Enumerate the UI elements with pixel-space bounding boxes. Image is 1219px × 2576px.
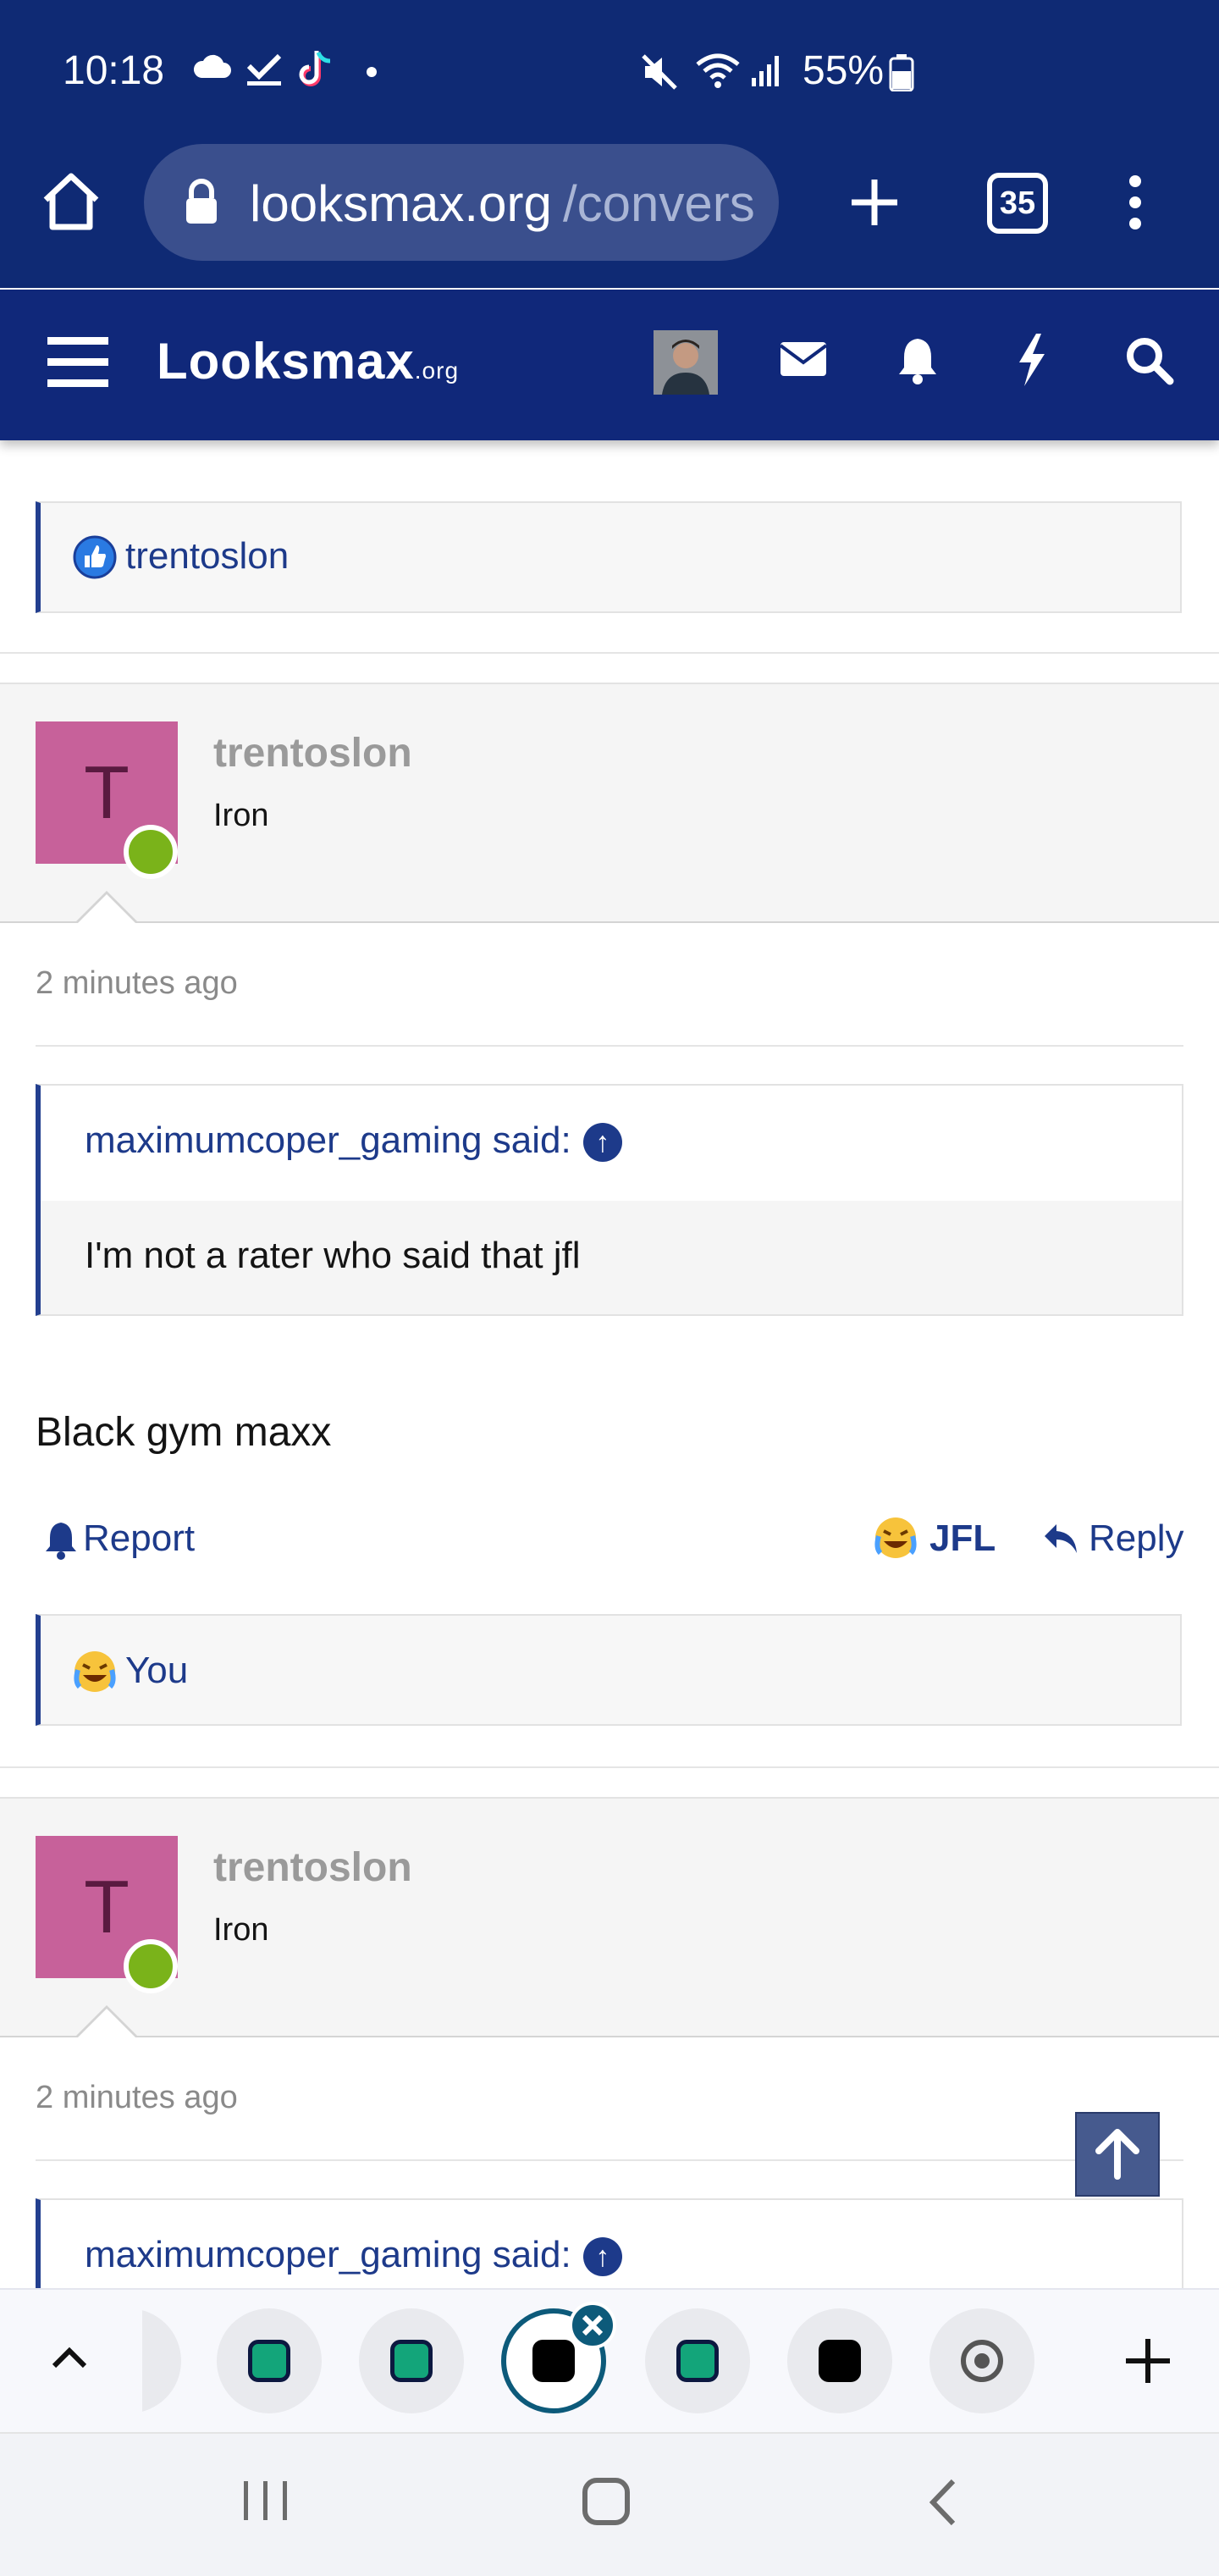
tab-thumbnail[interactable] xyxy=(787,2308,892,2413)
tab-thumbnail[interactable] xyxy=(217,2308,322,2413)
search-icon[interactable] xyxy=(1124,335,1175,386)
tab-count-button[interactable]: 35 xyxy=(987,173,1048,234)
report-button[interactable]: Report xyxy=(83,1517,195,1560)
whats-new-icon[interactable] xyxy=(1012,332,1050,388)
chevron-up-icon[interactable] xyxy=(49,2341,90,2371)
user-avatar[interactable] xyxy=(654,330,718,395)
post-message: Black gym maxx xyxy=(36,1410,332,1455)
post-meta-divider xyxy=(36,2159,1183,2161)
post-meta-divider xyxy=(36,1045,1183,1047)
quote-block: maximumcoper_gaming said: ↑ I'm not a rat… xyxy=(36,1084,1183,1316)
quote-author-label: maximumcoper_gaming said: xyxy=(85,2234,571,2275)
user-arrow-inner xyxy=(76,894,137,925)
post-username[interactable]: trentoslon xyxy=(213,1844,412,1891)
tab-thumbnail[interactable] xyxy=(645,2308,750,2413)
inbox-icon[interactable] xyxy=(779,339,828,379)
logo-main: Looksmax xyxy=(157,333,415,390)
quote-text: I'm not a rater who said that jfl xyxy=(85,1235,581,1276)
post-separator xyxy=(0,652,1219,654)
report-bell-icon[interactable] xyxy=(44,1521,78,1560)
post-timestamp[interactable]: 2 minutes ago xyxy=(36,965,238,1002)
recent-apps-icon[interactable] xyxy=(240,2479,291,2522)
post-user-title: Iron xyxy=(213,798,269,833)
back-button-icon[interactable] xyxy=(926,2478,960,2527)
jfl-reaction-icon xyxy=(71,1648,119,1695)
jfl-reaction-icon xyxy=(872,1514,919,1562)
jfl-reaction-button[interactable]: JFL xyxy=(929,1517,996,1560)
quote-body: I'm not a rater who said that jfl xyxy=(41,1201,1182,1314)
check-icon xyxy=(245,53,283,86)
more-menu-icon[interactable] xyxy=(1121,174,1150,230)
online-indicator xyxy=(124,825,178,879)
chrome-icon xyxy=(961,2340,1003,2382)
home-button-icon[interactable] xyxy=(581,2476,632,2527)
reply-icon[interactable] xyxy=(1041,1521,1080,1556)
url-host: looksmax.org xyxy=(250,175,552,232)
notifications-icon[interactable] xyxy=(896,335,940,384)
post-user-header xyxy=(0,1797,1219,2037)
post-user-title: Iron xyxy=(213,1912,269,1948)
mute-icon xyxy=(640,53,679,91)
cloud-icon xyxy=(191,51,232,80)
battery-icon xyxy=(889,54,914,91)
arrow-up-icon xyxy=(1095,2129,1139,2180)
signal-icon xyxy=(750,53,784,88)
status-time: 10:18 xyxy=(63,48,165,93)
post-timestamp[interactable]: 2 minutes ago xyxy=(36,2080,238,2116)
like-reaction-icon xyxy=(73,535,117,579)
scroll-to-top-button[interactable] xyxy=(1075,2112,1160,2197)
user-arrow-inner xyxy=(76,2009,137,2039)
quote-author[interactable]: maximumcoper_gaming said: ↑ xyxy=(85,2234,622,2277)
app-tab-icon xyxy=(676,2340,719,2382)
go-to-quote-icon[interactable]: ↑ xyxy=(582,2237,622,2277)
close-tab-icon[interactable] xyxy=(569,2302,616,2349)
reaction-user[interactable]: trentoslon xyxy=(125,535,289,578)
hamburger-menu-icon[interactable] xyxy=(47,335,108,390)
url-path: /convers xyxy=(563,175,755,232)
post-separator xyxy=(0,1766,1219,1768)
post-user-header xyxy=(0,683,1219,923)
home-icon[interactable] xyxy=(39,169,103,234)
online-indicator xyxy=(124,1939,178,1993)
post-username[interactable]: trentoslon xyxy=(213,730,412,777)
site-logo[interactable]: Looksmax.org xyxy=(157,332,459,390)
tab-thumbnail[interactable] xyxy=(929,2308,1034,2413)
quote-author-label: maximumcoper_gaming said: xyxy=(85,1119,571,1161)
logo-tld: .org xyxy=(414,357,460,384)
reactions-summary[interactable]: You xyxy=(125,1650,188,1692)
tiktok-icon xyxy=(298,49,335,90)
dot-icon xyxy=(366,66,378,78)
quote-author[interactable]: maximumcoper_gaming said: ↑ xyxy=(85,1119,622,1163)
go-to-quote-icon[interactable]: ↑ xyxy=(582,1123,622,1163)
looksmax-tab-icon xyxy=(819,2340,861,2382)
reply-button[interactable]: Reply xyxy=(1089,1517,1184,1560)
lock-icon xyxy=(183,178,220,225)
add-tab-icon[interactable] xyxy=(1122,2336,1173,2386)
wifi-icon xyxy=(694,53,742,90)
new-tab-icon[interactable] xyxy=(847,174,902,230)
app-tab-icon xyxy=(248,2340,290,2382)
status-bar xyxy=(0,0,1219,144)
battery-percentage: 55% xyxy=(803,48,885,93)
looksmax-tab-icon xyxy=(532,2340,575,2382)
reactions-bar[interactable] xyxy=(36,1614,1182,1726)
tab-thumbnail[interactable] xyxy=(359,2308,464,2413)
app-tab-icon xyxy=(390,2340,433,2382)
